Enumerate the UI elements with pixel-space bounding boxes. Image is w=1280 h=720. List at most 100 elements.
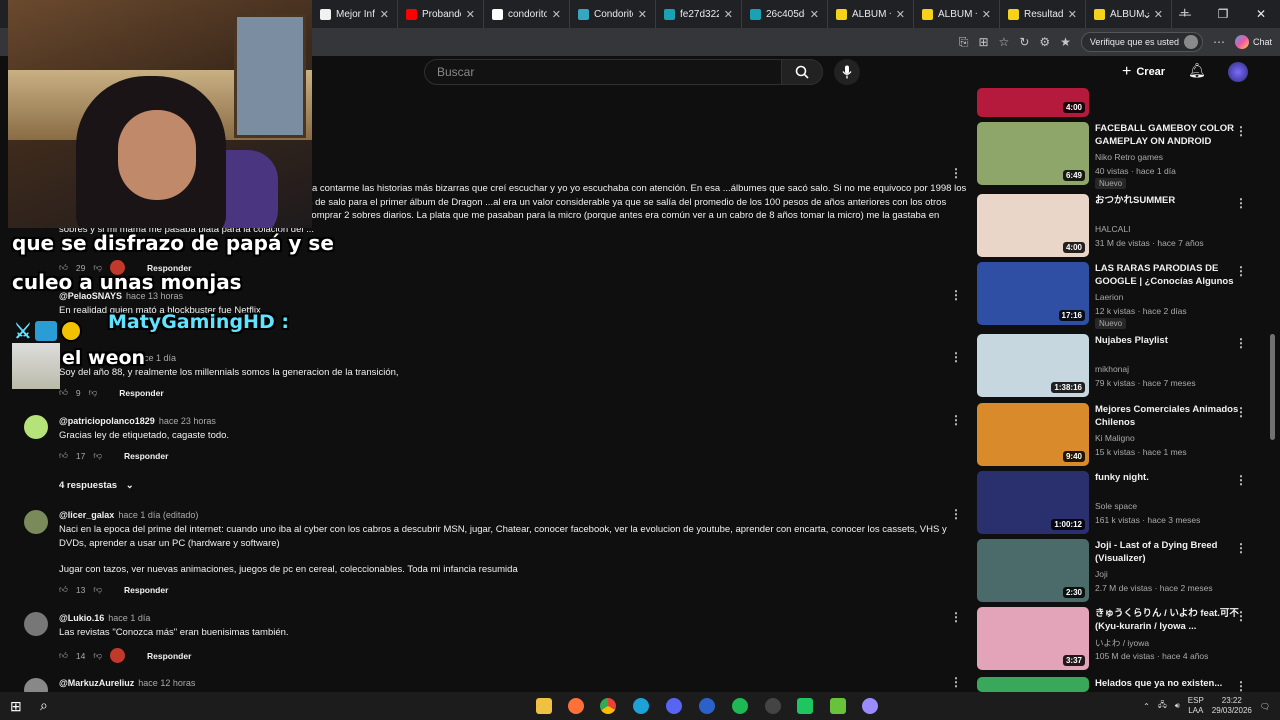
create-button[interactable]: + Crear (1122, 61, 1165, 83)
more-options-icon[interactable]: ⋯ (1213, 35, 1225, 49)
video-thumbnail[interactable]: 4:00 (977, 194, 1089, 257)
replies-toggle[interactable]: 4 respuestas ⌄ (59, 480, 134, 491)
edge-icon[interactable] (633, 698, 649, 714)
language-indicator[interactable]: ESP LAA (1188, 696, 1204, 716)
video-channel[interactable]: いよわ / iyowa (1095, 637, 1149, 649)
comment-menu-icon[interactable]: ⋮ (950, 350, 962, 364)
video-thumbnail[interactable]: 9:40 (977, 403, 1089, 466)
like-icon[interactable]: 👍︎ (59, 650, 68, 661)
search-input[interactable]: Buscar (424, 59, 782, 85)
volume-icon[interactable]: 🔊︎ (1175, 701, 1180, 711)
close-tab-icon[interactable]: ✕ (896, 8, 905, 21)
tray-expand-icon[interactable]: ⌃ (1143, 702, 1150, 711)
copilot-chat-button[interactable]: Chat (1234, 35, 1272, 49)
video-menu-icon[interactable]: ⋮ (1235, 679, 1247, 693)
video-title[interactable]: LAS RARAS PARODIAS DE GOOGLE | ¿Conocías… (1095, 262, 1239, 289)
comment-author[interactable]: @MarkuzAureliuz (59, 678, 134, 688)
close-tab-icon[interactable]: ✕ (466, 8, 475, 21)
video-title[interactable]: きゅうくらりん / いよわ feat.可不 (Kyu-kurarin / Iyo… (1095, 607, 1239, 633)
video-menu-icon[interactable]: ⋮ (1235, 196, 1247, 210)
kick-icon[interactable] (797, 698, 813, 714)
video-channel[interactable]: Ki Maligno (1095, 433, 1135, 443)
discord-icon[interactable] (666, 698, 682, 714)
taskbar-search-icon[interactable]: ⌕ (40, 697, 48, 714)
close-tab-icon[interactable]: ✕ (552, 8, 561, 21)
comment-menu-icon[interactable]: ⋮ (950, 610, 962, 624)
notifications-bell-icon[interactable]: 🔔︎ (1188, 62, 1206, 79)
dislike-icon[interactable]: 👎︎ (93, 450, 102, 461)
comment-menu-icon[interactable]: ⋮ (950, 507, 962, 521)
taskbar-clock[interactable]: 23:22 29/03/2026 (1212, 696, 1252, 716)
account-avatar[interactable] (1228, 62, 1248, 82)
video-thumbnail[interactable]: 6:49 (977, 122, 1089, 185)
voice-search-button[interactable] (834, 59, 860, 85)
minimize-icon[interactable]: — (1166, 7, 1204, 21)
video-channel[interactable]: Niko Retro games (1095, 152, 1163, 162)
video-menu-icon[interactable]: ⋮ (1235, 473, 1247, 487)
dislike-icon[interactable]: 👎︎ (93, 650, 102, 661)
video-menu-icon[interactable]: ⋮ (1235, 405, 1247, 419)
file-explorer-icon[interactable] (536, 698, 552, 714)
dislike-icon[interactable]: 👎︎ (93, 584, 102, 595)
video-thumbnail[interactable] (977, 677, 1089, 692)
video-channel[interactable]: Joji (1095, 569, 1108, 579)
video-thumbnail[interactable]: 1:38:16 (977, 334, 1089, 397)
comment-author[interactable]: @licer_galax (59, 510, 114, 520)
apps-icon[interactable]: ⊞ (978, 35, 988, 49)
close-window-icon[interactable]: ✕ (1242, 7, 1280, 21)
close-tab-icon[interactable]: ✕ (380, 8, 389, 21)
obs-icon[interactable] (765, 698, 781, 714)
reply-button[interactable]: Responder (147, 651, 191, 661)
browser-tab[interactable]: Condorito de ✕ (570, 0, 656, 28)
like-icon[interactable]: 👍︎ (59, 584, 68, 595)
video-title[interactable]: Nujabes Playlist (1095, 334, 1239, 347)
video-thumbnail[interactable]: 4:00 (977, 88, 1089, 117)
browser-tab[interactable]: ÁLBUM + 48 ✕ (914, 0, 1000, 28)
video-title[interactable]: おつかれSUMMER (1095, 194, 1239, 207)
reply-button[interactable]: Responder (124, 451, 168, 461)
video-title[interactable]: FACEBALL GAMEBOY COLOR GAMEPLAY ON ANDRO… (1095, 122, 1239, 148)
comment-author[interactable]: @patriciopolanco1829 (59, 416, 155, 426)
video-title[interactable]: Mejores Comerciales Animados Chilenos (1095, 403, 1239, 429)
video-thumbnail[interactable]: 2:30 (977, 539, 1089, 602)
video-title[interactable]: funky night. (1095, 471, 1239, 484)
close-tab-icon[interactable]: ✕ (982, 8, 991, 21)
browser-tab[interactable]: condorito de ✕ (484, 0, 570, 28)
tab-search-icon[interactable]: ⌄ (1128, 7, 1166, 21)
search-button[interactable] (781, 59, 823, 85)
video-menu-icon[interactable]: ⋮ (1235, 264, 1247, 278)
close-tab-icon[interactable]: ✕ (724, 8, 733, 21)
close-tab-icon[interactable]: ✕ (1068, 8, 1077, 21)
avatar[interactable] (24, 510, 48, 534)
comment-menu-icon[interactable]: ⋮ (950, 166, 962, 180)
reply-button[interactable]: Responder (124, 585, 168, 595)
video-title[interactable]: Joji - Last of a Dying Breed (Visualizer… (1095, 539, 1239, 565)
video-thumbnail[interactable]: 17:16 (977, 262, 1089, 325)
video-channel[interactable]: Laerion (1095, 292, 1123, 302)
video-channel[interactable]: Sole space (1095, 501, 1137, 511)
video-channel[interactable]: mikhonaj (1095, 364, 1129, 374)
browser-tab[interactable]: 26c405dc71e ✕ (742, 0, 828, 28)
reply-button[interactable]: Responder (119, 388, 163, 398)
video-title[interactable]: Helados que ya no existen... (1095, 677, 1239, 690)
video-menu-icon[interactable]: ⋮ (1235, 336, 1247, 350)
streaming-app-icon[interactable] (830, 698, 846, 714)
refresh-icon[interactable]: ↻ (1019, 35, 1029, 49)
avatar[interactable] (24, 415, 48, 439)
browser-tab[interactable]: Mejor Info ✕ (312, 0, 398, 28)
comment-menu-icon[interactable]: ⋮ (950, 413, 962, 427)
comment-menu-icon[interactable]: ⋮ (950, 675, 962, 689)
windows-start-icon[interactable]: ⊞ (10, 698, 22, 715)
verify-identity-button[interactable]: Verifique que es usted (1080, 32, 1203, 52)
page-scrollbar[interactable] (1270, 334, 1275, 440)
comment-author[interactable]: @Lukio.16 (59, 613, 104, 623)
extensions-icon[interactable]: ⚙ (1039, 35, 1050, 49)
copilot-taskbar-icon[interactable] (862, 698, 878, 714)
avatar[interactable] (24, 612, 48, 636)
like-icon[interactable]: 👍︎ (59, 450, 68, 461)
spotify-icon[interactable] (732, 698, 748, 714)
teams-icon[interactable] (699, 698, 715, 714)
maximize-icon[interactable]: ❐ (1204, 7, 1242, 21)
dislike-icon[interactable]: 👎︎ (89, 387, 98, 398)
browser-tab[interactable]: Resultados d ✕ (1000, 0, 1086, 28)
